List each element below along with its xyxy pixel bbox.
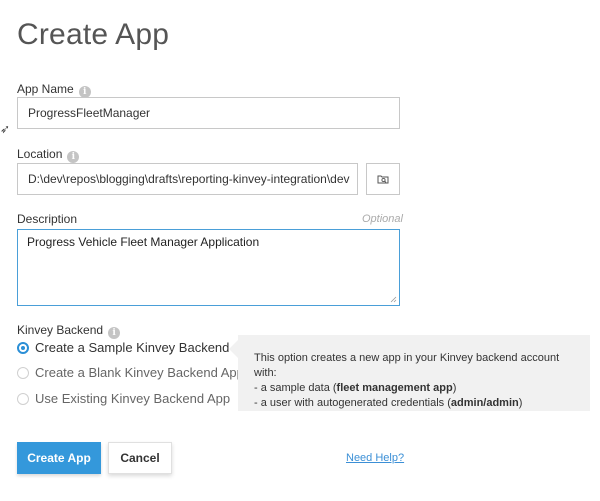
backend-option-blank[interactable]: Create a Blank Kinvey Backend App xyxy=(17,365,244,380)
backend-label-row: Kinvey Backend i xyxy=(17,323,121,339)
tooltip-bold-text: fleet management app xyxy=(336,382,453,394)
radio-unselected-icon[interactable] xyxy=(17,392,29,405)
tooltip-text: ) xyxy=(452,382,457,394)
info-icon[interactable]: i xyxy=(108,327,121,339)
mouse-cursor-icon: ➶ xyxy=(0,122,11,136)
resize-grip-icon[interactable] xyxy=(390,296,397,303)
location-input[interactable]: D:\dev\repos\blogging\drafts\reporting-k… xyxy=(17,163,358,195)
folder-browse-icon xyxy=(377,175,389,184)
tooltip-line-2: - a sample data (fleet management app) xyxy=(254,381,576,396)
location-label-row: Location i xyxy=(17,147,80,163)
backend-option-existing[interactable]: Use Existing Kinvey Backend App xyxy=(17,391,230,406)
tooltip-arrow xyxy=(229,340,238,358)
app-name-label: App Name xyxy=(17,82,74,96)
app-name-input[interactable]: ProgressFleetManager xyxy=(17,97,400,129)
page-title: Create App xyxy=(17,18,170,51)
location-label: Location xyxy=(17,147,63,161)
tooltip-line-3: - a user with autogenerated credentials … xyxy=(254,396,576,411)
app-name-label-row: App Name i xyxy=(17,82,91,98)
create-app-button[interactable]: Create App xyxy=(17,442,101,474)
backend-option-label: Use Existing Kinvey Backend App xyxy=(35,391,231,406)
backend-option-sample[interactable]: Create a Sample Kinvey Backend App xyxy=(17,340,255,355)
backend-label: Kinvey Backend xyxy=(17,323,104,337)
radio-unselected-icon[interactable] xyxy=(17,366,29,379)
tooltip-text: - a user with autogenerated credentials … xyxy=(254,397,451,409)
description-text: Progress Vehicle Fleet Manager Applicati… xyxy=(27,235,260,249)
tooltip-text: - a sample data ( xyxy=(254,382,337,394)
description-label: Description xyxy=(17,212,78,226)
need-help-link[interactable]: Need Help? xyxy=(346,452,404,464)
tooltip-line-1: This option creates a new app in your Ki… xyxy=(254,352,560,379)
cancel-button[interactable]: Cancel xyxy=(108,442,172,474)
optional-hint: Optional xyxy=(362,213,403,225)
backend-option-label: Create a Blank Kinvey Backend App xyxy=(35,365,244,380)
browse-folder-button[interactable] xyxy=(366,163,400,195)
backend-option-label: Create a Sample Kinvey Backend App xyxy=(35,340,256,355)
backend-option-tooltip: This option creates a new app in your Ki… xyxy=(238,335,590,411)
info-icon[interactable]: i xyxy=(67,151,80,163)
description-textarea[interactable]: Progress Vehicle Fleet Manager Applicati… xyxy=(17,229,400,306)
tooltip-bold-text: admin/admin xyxy=(450,397,519,409)
radio-selected-icon[interactable] xyxy=(17,341,29,354)
tooltip-text: ) xyxy=(518,397,523,409)
